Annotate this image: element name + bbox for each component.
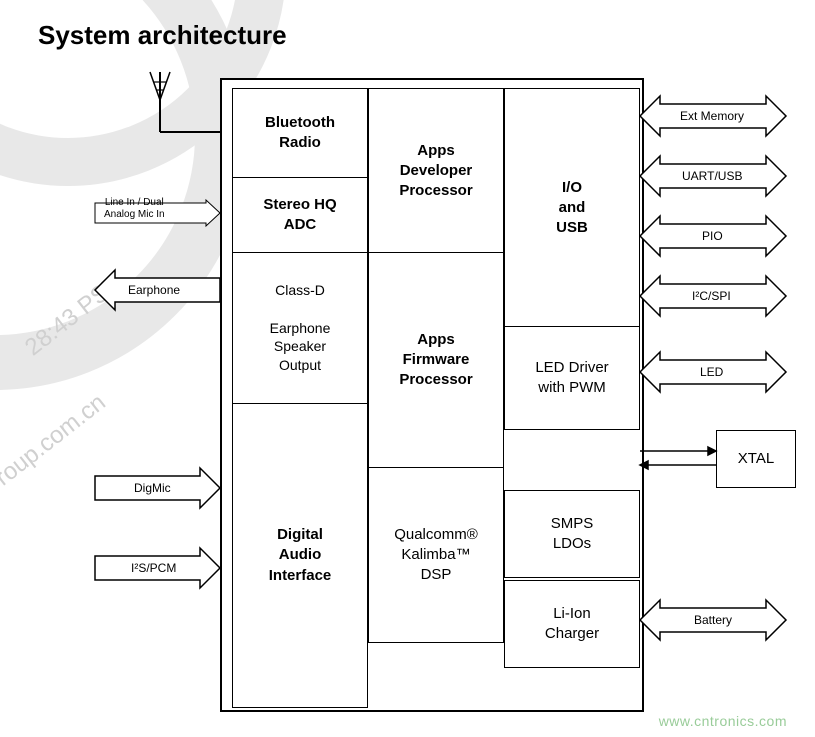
- arrow-label: I²S/PCM: [131, 562, 176, 576]
- block-classd: Class-DEarphoneSpeakerOutput: [232, 252, 368, 404]
- arrow-label: DigMic: [134, 482, 171, 496]
- credit-text: www.cntronics.com: [659, 713, 787, 729]
- block-bt: BluetoothRadio: [232, 88, 368, 178]
- block-dsp: Qualcomm®Kalimba™DSP: [368, 467, 504, 643]
- arrow-label: PIO: [702, 230, 723, 244]
- antenna-icon: [150, 72, 230, 142]
- arrow-label: I²C/SPI: [692, 290, 731, 304]
- arrow-label: UART/USB: [682, 170, 742, 184]
- block-liion: Li-IonCharger: [504, 580, 640, 668]
- arrow-label: Ext Memory: [680, 110, 744, 124]
- arrow-label: LED: [700, 366, 723, 380]
- block-smps: SMPSLDOs: [504, 490, 640, 578]
- block-ledpwm: LED Driverwith PWM: [504, 326, 640, 430]
- block-adc: Stereo HQADC: [232, 177, 368, 253]
- block-dai: DigitalAudioInterface: [232, 403, 368, 708]
- block-apf: AppsFirmwareProcessor: [368, 252, 504, 468]
- block-apd: AppsDeveloperProcessor: [368, 88, 504, 254]
- block-iousb: I/OandUSB: [504, 88, 640, 328]
- block-xtal: XTAL: [716, 430, 796, 488]
- page-title: System architecture: [38, 20, 287, 51]
- arrow-label: Earphone: [128, 284, 180, 298]
- arrow-label: Battery: [694, 614, 732, 628]
- arrow-label: Line In / DualAnalog Mic In: [104, 197, 165, 220]
- arrow-xtal: [640, 445, 716, 473]
